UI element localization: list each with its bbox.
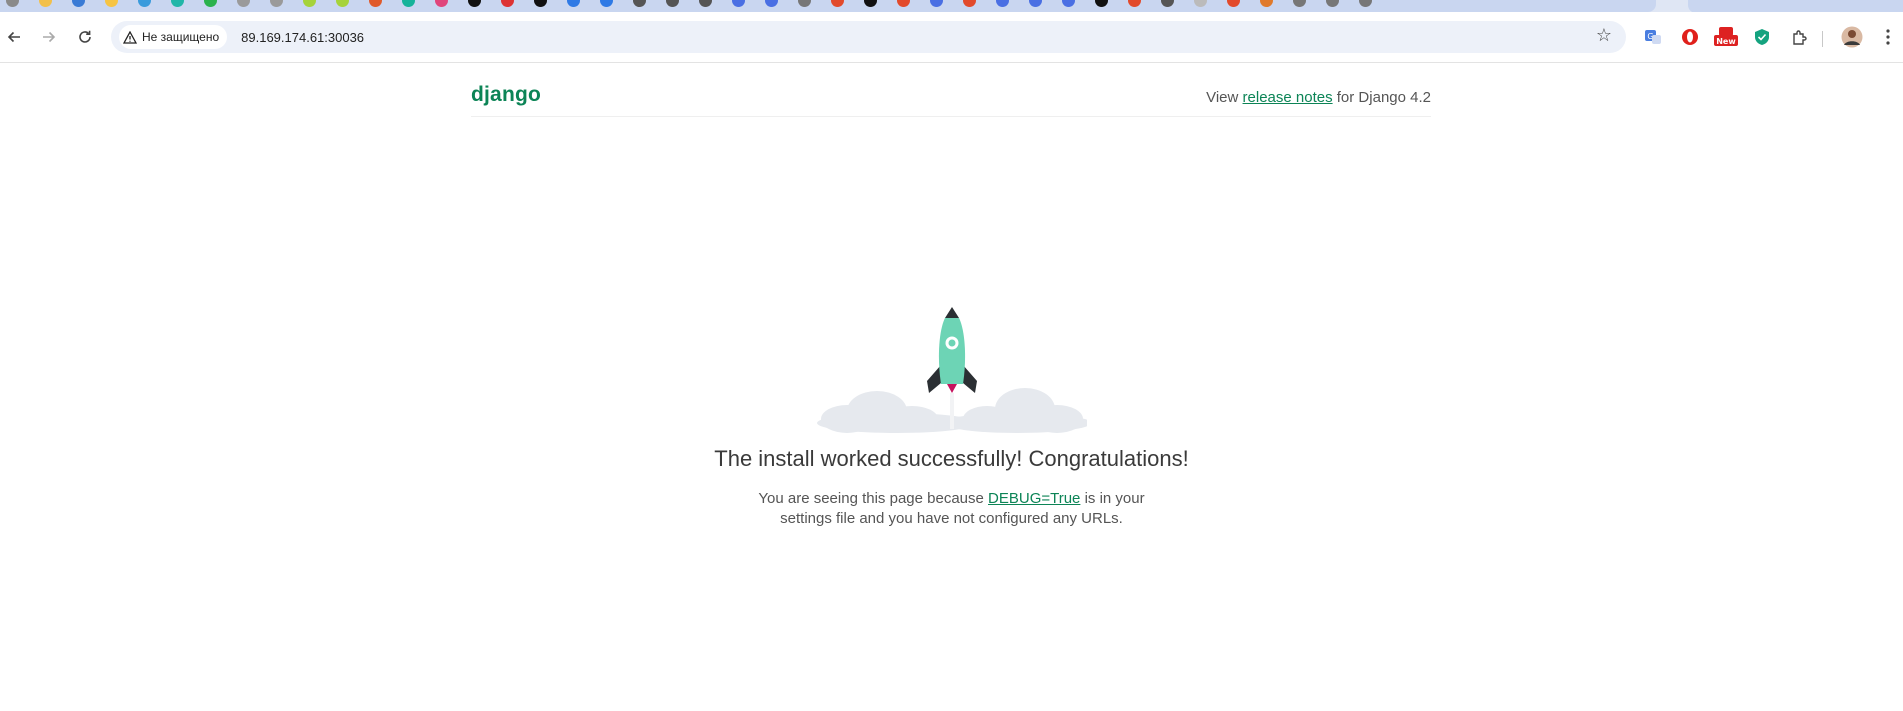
tab-favicon[interactable]: [1326, 0, 1339, 7]
tab-favicon[interactable]: [1161, 0, 1174, 7]
browser-toolbar: Не защищено 89.169.174.61:30036 ☆ G New: [0, 12, 1903, 63]
tab-favicon[interactable]: [1359, 0, 1372, 7]
tab-favicon[interactable]: [1293, 0, 1306, 7]
tab-favicon[interactable]: [1128, 0, 1141, 7]
tab-favicon[interactable]: [1194, 0, 1207, 7]
url-text[interactable]: 89.169.174.61:30036: [241, 30, 364, 45]
warning-triangle-icon: [123, 30, 137, 44]
tab-favicon[interactable]: [1062, 0, 1075, 7]
tab-favicon[interactable]: [534, 0, 547, 7]
tab-favicon[interactable]: [105, 0, 118, 7]
tab-favicon[interactable]: [699, 0, 712, 7]
tab-favicon[interactable]: [402, 0, 415, 7]
page-title: The install worked successfully! Congrat…: [714, 446, 1189, 471]
security-label: Не защищено: [142, 30, 220, 44]
tab-favicon[interactable]: [171, 0, 184, 7]
tab-favicon[interactable]: [303, 0, 316, 7]
tab-favicon[interactable]: [930, 0, 943, 7]
django-logo[interactable]: django: [471, 83, 541, 107]
tab-favicon[interactable]: [336, 0, 349, 7]
release-notes-text: View release notes for Django 4.2: [1206, 89, 1431, 106]
shield-icon[interactable]: [1753, 28, 1771, 46]
tab-favicon[interactable]: [204, 0, 217, 7]
exhaust-trail: [950, 393, 954, 429]
reload-icon[interactable]: [73, 25, 97, 49]
tab-favicon[interactable]: [237, 0, 250, 7]
tab-favicon[interactable]: [996, 0, 1009, 7]
address-bar[interactable]: Не защищено 89.169.174.61:30036 ☆: [111, 21, 1626, 53]
tab-favicon[interactable]: [6, 0, 19, 7]
tab-favicon[interactable]: [1260, 0, 1273, 7]
tabs-row[interactable]: [0, 0, 1656, 12]
tab-favicon[interactable]: [765, 0, 778, 7]
debug-true-link[interactable]: DEBUG=True: [988, 490, 1080, 507]
tab-favicon[interactable]: [864, 0, 877, 7]
tab-favicon[interactable]: [468, 0, 481, 7]
back-arrow-icon[interactable]: [2, 25, 26, 49]
tab-strip: [0, 0, 1903, 12]
tab-favicon[interactable]: [1227, 0, 1240, 7]
tab-favicon[interactable]: [897, 0, 910, 7]
debug-explanation: You are seeing this page because DEBUG=T…: [0, 489, 1903, 529]
release-prefix: View: [1206, 89, 1243, 106]
new-badge-icon[interactable]: New: [1714, 27, 1738, 46]
tab-favicon[interactable]: [600, 0, 613, 7]
release-suffix: for Django 4.2: [1332, 89, 1431, 106]
toolbar-divider: [1822, 31, 1823, 47]
kebab-menu-icon[interactable]: [1879, 28, 1897, 46]
tab-favicon[interactable]: [963, 0, 976, 7]
security-chip[interactable]: Не защищено: [119, 25, 228, 49]
tab-favicon[interactable]: [270, 0, 283, 7]
rocket-fin-left: [927, 365, 941, 393]
tab-favicon[interactable]: [732, 0, 745, 7]
star-icon[interactable]: ☆: [1596, 25, 1612, 46]
puzzle-icon[interactable]: [1790, 28, 1808, 46]
tab-favicon[interactable]: [501, 0, 514, 7]
tab-favicon[interactable]: [39, 0, 52, 7]
active-tab[interactable]: [1688, 0, 1903, 12]
page-header: django View release notes for Django 4.2: [471, 63, 1431, 117]
tab-favicon[interactable]: [369, 0, 382, 7]
tab-favicon[interactable]: [1095, 0, 1108, 7]
avatar[interactable]: [1841, 26, 1863, 48]
opera-icon[interactable]: [1681, 28, 1699, 46]
rocket-flame: [947, 384, 957, 393]
release-notes-link[interactable]: release notes: [1243, 89, 1333, 106]
rocket-fin-right: [963, 365, 977, 393]
sub-prefix: You are seeing this page because: [758, 490, 989, 507]
tab-favicon[interactable]: [831, 0, 844, 7]
rocket-body: [938, 318, 966, 384]
forward-arrow-icon[interactable]: [37, 25, 61, 49]
tab-favicon[interactable]: [633, 0, 646, 7]
django-welcome-page: django View release notes for Django 4.2…: [0, 63, 1903, 711]
new-badge-label: New: [1716, 37, 1736, 46]
tab-favicon[interactable]: [567, 0, 580, 7]
tab-favicon[interactable]: [798, 0, 811, 7]
tab-favicon[interactable]: [666, 0, 679, 7]
tab-favicon[interactable]: [435, 0, 448, 7]
rocket-launch-illustration: [817, 307, 1087, 433]
sub-suffix: is in your: [1080, 490, 1145, 507]
rocket-nose: [945, 307, 959, 318]
sub-line-2: settings file and you have not configure…: [780, 510, 1123, 527]
tab-favicon[interactable]: [138, 0, 151, 7]
translate-icon[interactable]: G: [1644, 28, 1662, 46]
tab-favicon[interactable]: [1029, 0, 1042, 7]
tab-favicon[interactable]: [72, 0, 85, 7]
